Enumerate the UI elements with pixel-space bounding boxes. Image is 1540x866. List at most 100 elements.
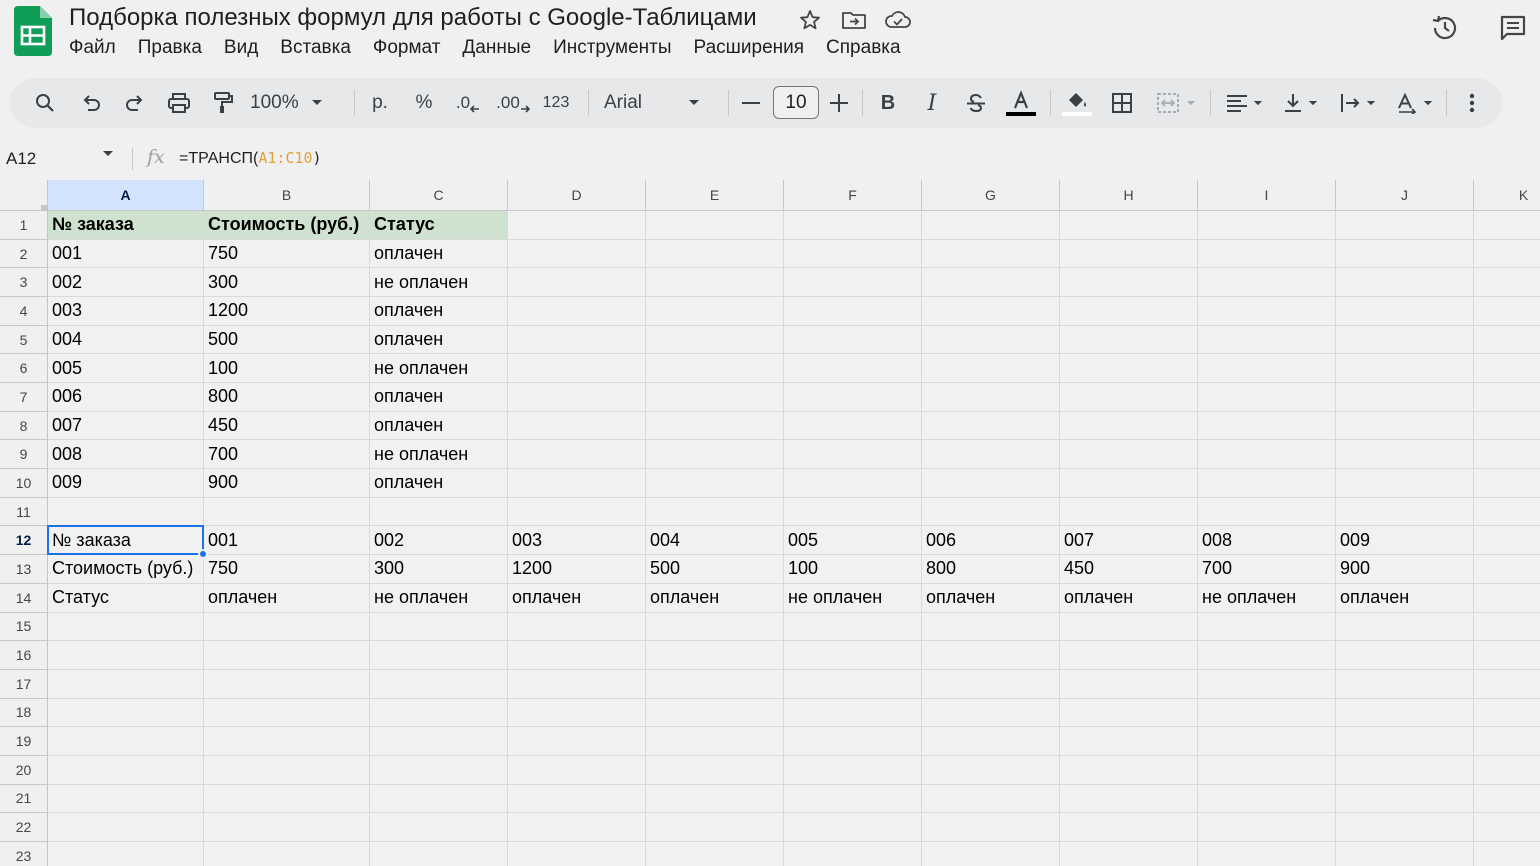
cell-h7[interactable] xyxy=(1060,383,1198,412)
menu-edit[interactable]: Правка xyxy=(127,36,213,64)
cell-f21[interactable] xyxy=(784,784,922,814)
cell-i14[interactable]: не оплачен xyxy=(1198,583,1336,613)
cell-a17[interactable] xyxy=(48,669,204,699)
cell-e8[interactable] xyxy=(646,411,784,441)
row-header-18[interactable]: 18 xyxy=(0,698,48,728)
cell-b20[interactable] xyxy=(204,755,370,785)
cell-c14[interactable]: не оплачен xyxy=(370,583,508,613)
cell-k23[interactable] xyxy=(1474,841,1540,866)
cell-h5[interactable] xyxy=(1060,325,1198,355)
column-header-k[interactable]: K xyxy=(1474,180,1540,211)
cell-a14[interactable]: Статус xyxy=(48,583,204,613)
text-rotation-icon[interactable] xyxy=(1392,78,1436,128)
cell-h9[interactable] xyxy=(1060,440,1198,470)
cell-e17[interactable] xyxy=(646,669,784,699)
cell-a9[interactable]: 008 xyxy=(48,440,204,470)
cell-i10[interactable] xyxy=(1198,469,1336,498)
row-header-5[interactable]: 5 xyxy=(0,325,48,355)
cell-h23[interactable] xyxy=(1060,841,1198,866)
column-header-a[interactable]: A xyxy=(48,180,204,211)
cell-h18[interactable] xyxy=(1060,698,1198,728)
cell-c15[interactable] xyxy=(370,612,508,642)
print-icon[interactable] xyxy=(164,78,194,128)
cell-g18[interactable] xyxy=(922,698,1060,728)
font-size-input[interactable]: 10 xyxy=(773,86,819,119)
cell-k18[interactable] xyxy=(1474,698,1540,728)
cell-d17[interactable] xyxy=(508,669,646,699)
cell-h11[interactable] xyxy=(1060,497,1198,527)
cell-c5[interactable]: оплачен xyxy=(370,325,508,355)
cell-j19[interactable] xyxy=(1336,727,1474,756)
cell-g15[interactable] xyxy=(922,612,1060,642)
cell-k6[interactable] xyxy=(1474,354,1540,384)
cell-i5[interactable] xyxy=(1198,325,1336,355)
cell-j6[interactable] xyxy=(1336,354,1474,384)
cell-j20[interactable] xyxy=(1336,755,1474,785)
cell-c19[interactable] xyxy=(370,727,508,756)
cell-h17[interactable] xyxy=(1060,669,1198,699)
cell-k12[interactable] xyxy=(1474,526,1540,556)
cell-k8[interactable] xyxy=(1474,411,1540,441)
cell-k3[interactable] xyxy=(1474,268,1540,298)
menu-view[interactable]: Вид xyxy=(213,36,269,64)
cell-f3[interactable] xyxy=(784,268,922,298)
row-header-16[interactable]: 16 xyxy=(0,641,48,670)
column-header-d[interactable]: D xyxy=(508,180,646,211)
cell-b22[interactable] xyxy=(204,813,370,842)
row-header-13[interactable]: 13 xyxy=(0,555,48,584)
cell-a18[interactable] xyxy=(48,698,204,728)
cell-b6[interactable]: 100 xyxy=(204,354,370,384)
cell-b10[interactable]: 900 xyxy=(204,469,370,498)
cell-g20[interactable] xyxy=(922,755,1060,785)
cell-j16[interactable] xyxy=(1336,641,1474,670)
cell-d19[interactable] xyxy=(508,727,646,756)
cell-g10[interactable] xyxy=(922,469,1060,498)
row-header-9[interactable]: 9 xyxy=(0,440,48,470)
column-header-e[interactable]: E xyxy=(646,180,784,211)
cell-b11[interactable] xyxy=(204,497,370,527)
row-header-23[interactable]: 23 xyxy=(0,841,48,866)
cell-d18[interactable] xyxy=(508,698,646,728)
cell-a20[interactable] xyxy=(48,755,204,785)
paint-format-icon[interactable] xyxy=(208,78,238,128)
cell-k11[interactable] xyxy=(1474,497,1540,527)
cell-c16[interactable] xyxy=(370,641,508,670)
cell-f18[interactable] xyxy=(784,698,922,728)
cell-c2[interactable]: оплачен xyxy=(370,239,508,269)
cell-a22[interactable] xyxy=(48,813,204,842)
cell-i12[interactable]: 008 xyxy=(1198,526,1336,556)
cell-i7[interactable] xyxy=(1198,383,1336,412)
cell-i9[interactable] xyxy=(1198,440,1336,470)
star-icon[interactable] xyxy=(796,6,824,34)
cell-k4[interactable] xyxy=(1474,297,1540,326)
cell-k17[interactable] xyxy=(1474,669,1540,699)
cell-b17[interactable] xyxy=(204,669,370,699)
cell-g2[interactable] xyxy=(922,239,1060,269)
cell-e11[interactable] xyxy=(646,497,784,527)
cell-j17[interactable] xyxy=(1336,669,1474,699)
cell-g11[interactable] xyxy=(922,497,1060,527)
cell-c18[interactable] xyxy=(370,698,508,728)
cell-g9[interactable] xyxy=(922,440,1060,470)
cell-a23[interactable] xyxy=(48,841,204,866)
cell-g14[interactable]: оплачен xyxy=(922,583,1060,613)
cell-i15[interactable] xyxy=(1198,612,1336,642)
row-header-12[interactable]: 12 xyxy=(0,526,48,556)
cell-j23[interactable] xyxy=(1336,841,1474,866)
cell-b14[interactable]: оплачен xyxy=(204,583,370,613)
cell-d21[interactable] xyxy=(508,784,646,814)
version-history-icon[interactable] xyxy=(1427,10,1463,46)
cell-d23[interactable] xyxy=(508,841,646,866)
cell-e23[interactable] xyxy=(646,841,784,866)
menu-insert[interactable]: Вставка xyxy=(269,36,362,64)
cell-h8[interactable] xyxy=(1060,411,1198,441)
cell-g5[interactable] xyxy=(922,325,1060,355)
cell-g7[interactable] xyxy=(922,383,1060,412)
cell-d12[interactable]: 003 xyxy=(508,526,646,556)
cell-i23[interactable] xyxy=(1198,841,1336,866)
cell-k16[interactable] xyxy=(1474,641,1540,670)
cell-j12[interactable]: 009 xyxy=(1336,526,1474,556)
search-menus-icon[interactable] xyxy=(30,78,60,128)
cell-a1[interactable]: № заказа xyxy=(48,211,204,240)
cell-d6[interactable] xyxy=(508,354,646,384)
